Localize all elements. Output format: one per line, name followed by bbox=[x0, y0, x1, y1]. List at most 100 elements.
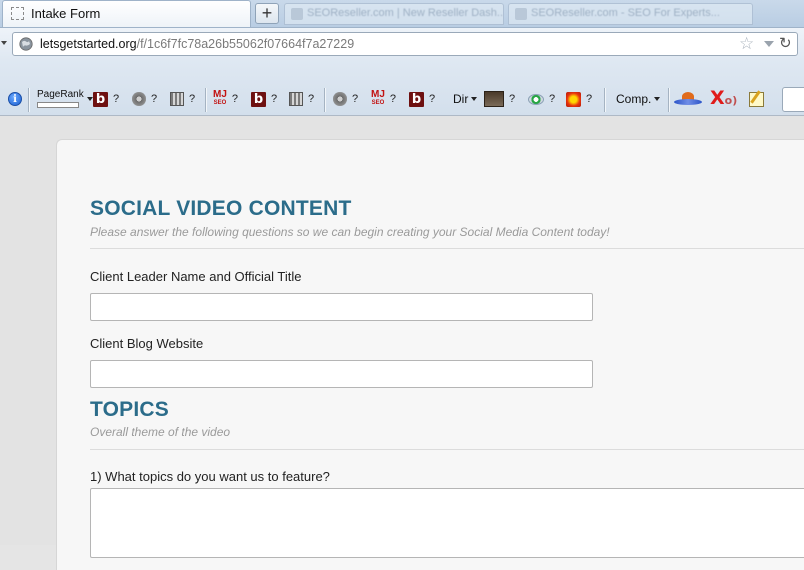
value-unknown: ? bbox=[308, 93, 315, 105]
url-text[interactable]: letsgetstarted.org/f/1c6f7fc78a26b55062f… bbox=[40, 37, 354, 51]
majestic-icon: MJ SEO bbox=[213, 89, 227, 107]
page-content: SOCIAL VIDEO CONTENT Please answer the f… bbox=[0, 116, 804, 570]
sun-icon bbox=[566, 91, 581, 107]
chevron-down-icon bbox=[86, 97, 93, 101]
favicon-icon bbox=[291, 8, 303, 20]
tab-strip: Intake Form + SEOReseller.com | New Rese… bbox=[0, 0, 804, 28]
majestic-button-2[interactable]: MJ SEO ? bbox=[371, 90, 396, 108]
tab-title: SEOReseller.com | New Reseller Dash... bbox=[307, 7, 504, 19]
favicon-icon bbox=[515, 8, 527, 20]
bing-button[interactable]: b ? bbox=[93, 90, 119, 108]
blog-website-input[interactable] bbox=[90, 360, 593, 388]
mj-bottom: SEO bbox=[371, 100, 385, 106]
tab-intake-form[interactable]: Intake Form bbox=[2, 0, 251, 27]
notepad-icon bbox=[749, 91, 764, 107]
tab-title: Intake Form bbox=[31, 6, 101, 21]
majestic-button[interactable]: MJ SEO ? bbox=[213, 90, 238, 108]
url-bar[interactable]: letsgetstarted.org/f/1c6f7fc78a26b55062f… bbox=[12, 32, 798, 56]
b-icon: b bbox=[251, 91, 266, 107]
info-button[interactable]: i bbox=[8, 90, 22, 108]
pagerank-bar bbox=[37, 102, 79, 108]
chevron-down-icon bbox=[471, 97, 478, 101]
gear-stat-button-2[interactable]: ? bbox=[333, 90, 358, 108]
ufo-button[interactable] bbox=[673, 90, 703, 108]
mj-bottom: SEO bbox=[213, 100, 227, 106]
comp-menu-button[interactable]: Comp. bbox=[616, 90, 661, 108]
chevron-down-icon bbox=[654, 97, 661, 101]
value-unknown: ? bbox=[586, 93, 593, 105]
section-subtitle: Overall theme of the video bbox=[90, 425, 231, 439]
tab-background-2[interactable]: SEOReseller.com - SEO For Experts... bbox=[508, 3, 753, 25]
value-unknown: ? bbox=[429, 93, 436, 105]
pagerank-label: PageRank bbox=[37, 89, 84, 100]
gear-stat-button[interactable]: ? bbox=[132, 90, 157, 108]
toolbar-separator bbox=[28, 88, 30, 112]
url-host: letsgetstarted.org bbox=[40, 37, 137, 51]
value-unknown: ? bbox=[231, 93, 239, 105]
archive-button[interactable]: ? bbox=[484, 90, 515, 108]
section-divider bbox=[90, 449, 804, 450]
pagerank-button[interactable]: PageRank bbox=[37, 90, 93, 108]
majestic-icon: MJ SEO bbox=[371, 89, 385, 107]
grid-stat-button[interactable]: ? bbox=[170, 90, 195, 108]
dir-menu-button[interactable]: Dir bbox=[453, 90, 478, 108]
mj-top: MJ bbox=[213, 89, 227, 100]
tab-title: SEOReseller.com - SEO For Experts... bbox=[531, 7, 720, 19]
gear-icon bbox=[132, 92, 146, 106]
field-label-topics: 1) What topics do you want us to feature… bbox=[90, 469, 330, 484]
grid-icon bbox=[289, 92, 303, 106]
field-label-blog-website: Client Blog Website bbox=[90, 336, 204, 351]
mj-top: MJ bbox=[371, 89, 385, 100]
eye-button[interactable]: ? bbox=[528, 90, 555, 108]
reload-icon[interactable]: ↻ bbox=[779, 34, 792, 54]
value-unknown: ? bbox=[189, 93, 196, 105]
url-dropdown-icon[interactable] bbox=[764, 41, 774, 47]
toolbar-search-input[interactable] bbox=[782, 87, 804, 112]
section-title-topics: TOPICS bbox=[90, 398, 169, 421]
grid-stat-button-2[interactable]: ? bbox=[289, 90, 314, 108]
grid-icon bbox=[170, 92, 184, 106]
section-divider bbox=[90, 248, 804, 249]
info-icon: i bbox=[8, 92, 22, 106]
section-title-social-video: SOCIAL VIDEO CONTENT bbox=[90, 197, 352, 220]
bing-button-2[interactable]: b ? bbox=[251, 90, 277, 108]
toolbar-separator bbox=[668, 88, 670, 112]
pagerank-widget: PageRank bbox=[37, 90, 84, 108]
dir-label: Dir bbox=[453, 92, 469, 106]
xo-button[interactable]: Xo) bbox=[710, 86, 738, 110]
eye-icon bbox=[528, 93, 544, 105]
value-unknown: ? bbox=[549, 93, 556, 105]
section-subtitle: Please answer the following questions so… bbox=[90, 225, 610, 239]
toolbar-separator bbox=[324, 88, 326, 112]
client-leader-input[interactable] bbox=[90, 293, 593, 321]
value-unknown: ? bbox=[271, 93, 278, 105]
value-unknown: ? bbox=[352, 93, 359, 105]
new-tab-button[interactable]: + bbox=[255, 3, 279, 24]
tab-background-1[interactable]: SEOReseller.com | New Reseller Dash... bbox=[284, 3, 504, 25]
value-unknown: ? bbox=[113, 93, 120, 105]
url-path: /f/1c6f7fc78a26b55062f07664f7a27229 bbox=[136, 37, 355, 51]
b-icon: b bbox=[409, 91, 424, 107]
field-label-client-leader: Client Leader Name and Official Title bbox=[90, 269, 302, 284]
seo-toolbar: i PageRank b ? ? ? MJ SEO ? b ? ? ? MJ S… bbox=[0, 60, 804, 116]
intake-form: SOCIAL VIDEO CONTENT Please answer the f… bbox=[56, 139, 804, 570]
notes-button[interactable] bbox=[749, 90, 764, 108]
gear-icon bbox=[333, 92, 347, 106]
bing-button-3[interactable]: b ? bbox=[409, 90, 435, 108]
comp-label: Comp. bbox=[616, 92, 652, 106]
b-icon: b bbox=[93, 91, 108, 107]
history-dropdown-icon[interactable] bbox=[1, 41, 7, 45]
page-placeholder-icon bbox=[11, 7, 24, 20]
xo-icon: Xo) bbox=[710, 86, 738, 110]
ufo-icon bbox=[673, 91, 703, 107]
sun-button[interactable]: ? bbox=[566, 90, 592, 108]
globe-icon[interactable] bbox=[19, 37, 33, 51]
topics-textarea[interactable] bbox=[90, 488, 804, 558]
navigation-bar: letsgetstarted.org/f/1c6f7fc78a26b55062f… bbox=[0, 28, 804, 60]
x-suffix: o) bbox=[724, 93, 738, 107]
toolbar-separator bbox=[604, 88, 606, 112]
x-letter: X bbox=[710, 86, 725, 109]
value-unknown: ? bbox=[151, 93, 158, 105]
toolbar-separator bbox=[205, 88, 207, 112]
bookmark-star-icon[interactable]: ☆ bbox=[739, 34, 754, 54]
